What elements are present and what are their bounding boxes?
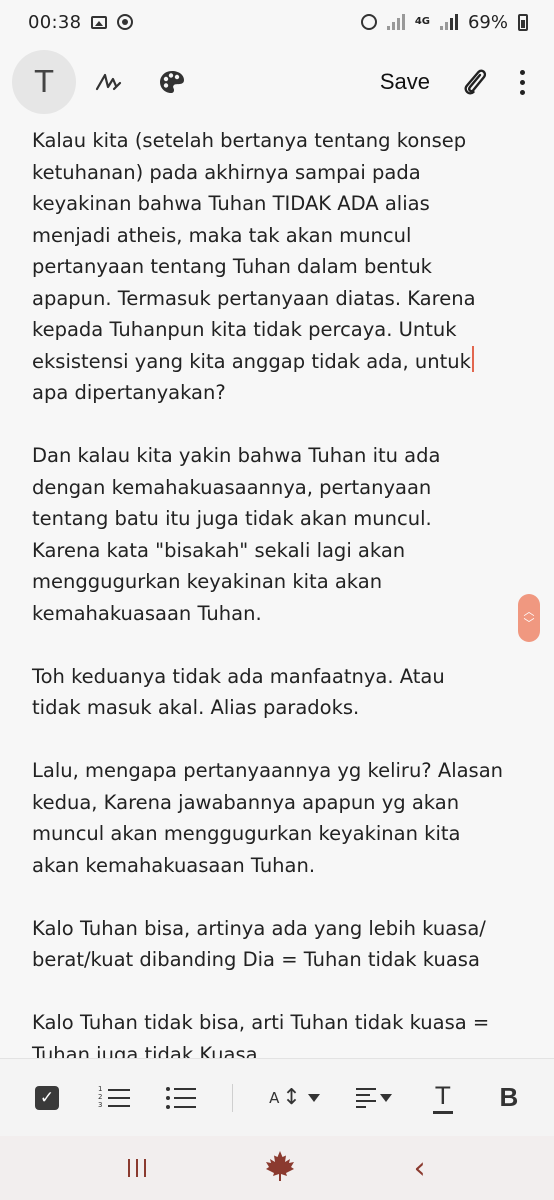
numbered-mark: 1 (98, 1085, 103, 1093)
status-left: 00:38 (28, 11, 134, 33)
kebab-dot (519, 89, 525, 95)
text-mode-button[interactable]: T (12, 50, 76, 114)
bullet-list-button[interactable] (166, 1076, 197, 1120)
text-caret (471, 345, 474, 372)
paragraph-6: Kalo Tuhan tidak bisa, arti Tuhan tidak … (32, 1011, 490, 1058)
font-size-button[interactable]: A ↕ (269, 1076, 320, 1120)
save-button[interactable]: Save (362, 50, 448, 114)
status-time: 00:38 (28, 11, 82, 33)
list-line (174, 1087, 197, 1090)
chevron-down-icon: ﹀ (523, 617, 535, 630)
bullet-dot (166, 1104, 171, 1109)
font-size-letter: A (269, 1088, 280, 1107)
numbered-row: 1 (98, 1085, 131, 1093)
editor-toolbar: T Save (0, 44, 554, 120)
more-vert-icon (519, 69, 525, 75)
status-right: 4G 69% (360, 11, 528, 33)
paragraph-1-before-caret: Kalau kita (setelah bertanya tentang kon… (32, 129, 476, 373)
paragraph-1-after-caret: apa dipertanyakan? (32, 381, 226, 404)
numbered-list-icon: 1 2 3 (98, 1085, 131, 1109)
status-bar: 00:38 4G 69% (0, 0, 554, 44)
back-button[interactable]: ‹ (414, 1151, 426, 1186)
text-color-button[interactable]: T (428, 1076, 458, 1120)
kebab-dot (519, 79, 525, 85)
recent-apps-bar (136, 1159, 139, 1177)
text-color-icon: T (432, 1081, 453, 1114)
bullet-row (166, 1086, 197, 1091)
bullet-row (166, 1104, 197, 1109)
alarm-icon (360, 14, 377, 30)
checkbox-button[interactable]: ✓ (32, 1076, 62, 1120)
fast-scroll-handle[interactable]: ︿ ﹀ (518, 594, 540, 642)
paragraph-5: Kalo Tuhan bisa, artinya ada yang lebih … (32, 916, 486, 972)
bullet-list-icon (166, 1086, 197, 1109)
palette-icon (160, 71, 184, 93)
align-line (355, 1099, 376, 1102)
text-color-letter: T (435, 1081, 451, 1110)
text-mode-icon: T (34, 64, 54, 100)
maple-leaf-home-icon (265, 1151, 294, 1181)
font-size-arrows: ↕ (282, 1085, 301, 1110)
attachment-icon (464, 69, 487, 95)
align-left-icon (355, 1087, 376, 1108)
paragraph-3: Toh keduanya tidak ada manfaatnya. Atau … (32, 664, 445, 720)
home-button[interactable] (263, 1149, 297, 1187)
formatting-bar: ✓ 1 2 3 A ↕ T B (0, 1058, 554, 1136)
recent-apps-icon (128, 1159, 131, 1177)
gallery-notification-icon (91, 15, 108, 29)
paragraph-4: Lalu, mengapa pertanyaannya yg keliru? A… (32, 759, 504, 877)
bullet-dot (166, 1086, 171, 1091)
format-divider (232, 1083, 234, 1112)
font-size-icon: A ↕ (269, 1085, 320, 1110)
align-line (355, 1093, 370, 1096)
attach-button[interactable] (448, 50, 502, 114)
numbered-mark: 3 (98, 1101, 103, 1109)
numbered-row: 2 (98, 1093, 131, 1101)
list-line (174, 1105, 197, 1108)
note-editor[interactable]: Kalau kita (setelah bertanya tentang kon… (0, 120, 554, 1058)
numbered-row: 3 (98, 1101, 131, 1109)
align-line (355, 1105, 366, 1108)
cell-signal-icon (439, 14, 458, 30)
dropdown-arrow-icon (307, 1093, 320, 1102)
drawing-button[interactable] (140, 50, 204, 114)
numbered-list-button[interactable]: 1 2 3 (98, 1076, 131, 1120)
list-line (108, 1096, 131, 1099)
note-body[interactable]: Kalau kita (setelah bertanya tentang kon… (0, 120, 554, 1058)
list-line (108, 1104, 131, 1107)
wifi-signal-icon (386, 14, 405, 30)
bold-button[interactable]: B (494, 1076, 524, 1120)
text-color-bar (432, 1110, 453, 1114)
checkbox-icon: ✓ (35, 1085, 59, 1110)
bullet-dot (166, 1095, 171, 1100)
handwriting-button[interactable] (76, 50, 140, 114)
battery-percent: 69% (467, 11, 508, 33)
bold-icon: B (499, 1082, 519, 1112)
recent-apps-bar (144, 1159, 147, 1177)
dropdown-arrow-icon (379, 1093, 392, 1102)
paragraph-2: Dan kalau kita yakin bahwa Tuhan itu ada… (32, 444, 441, 625)
network-type-icon: 4G (414, 16, 430, 27)
system-nav-bar: ‹ (0, 1136, 554, 1200)
alignment-button[interactable] (355, 1076, 392, 1120)
recent-apps-button[interactable] (128, 1159, 147, 1177)
battery-icon (518, 13, 528, 31)
numbered-mark: 2 (98, 1093, 103, 1101)
list-line (108, 1088, 131, 1091)
bullet-row (166, 1095, 197, 1100)
list-line (174, 1096, 197, 1099)
align-line (355, 1087, 376, 1090)
more-options-button[interactable] (502, 50, 542, 114)
pen-icon (95, 73, 122, 91)
target-notification-icon (117, 14, 134, 30)
